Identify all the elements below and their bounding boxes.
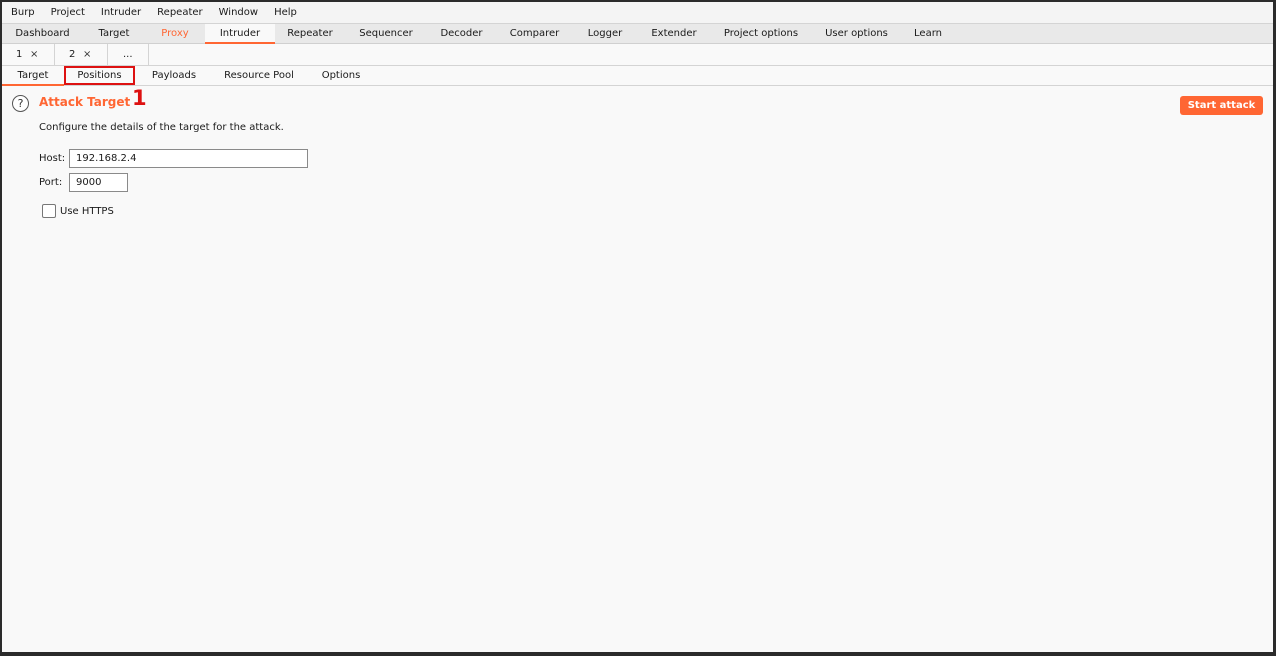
tab-decoder[interactable]: Decoder — [427, 24, 496, 43]
help-icon[interactable]: ? — [12, 95, 29, 112]
menu-repeater[interactable]: Repeater — [149, 2, 210, 23]
tab-project-options[interactable]: Project options — [711, 24, 811, 43]
port-field[interactable]: 9000 — [69, 173, 128, 192]
tab-proxy[interactable]: Proxy — [145, 24, 205, 43]
instance-tab-1[interactable]: 1 × — [2, 44, 55, 65]
tab-dashboard[interactable]: Dashboard — [2, 24, 83, 43]
use-https-label: Use HTTPS — [60, 206, 114, 217]
intruder-instance-tabs: 1 × 2 × ... — [2, 44, 1273, 66]
menu-window[interactable]: Window — [211, 2, 266, 23]
host-label: Host: — [39, 153, 66, 164]
tab-logger[interactable]: Logger — [573, 24, 637, 43]
start-attack-button[interactable]: Start attack — [1180, 96, 1263, 115]
menu-burp[interactable]: Burp — [2, 2, 43, 23]
host-field[interactable]: 192.168.2.4 — [69, 149, 308, 168]
menu-project[interactable]: Project — [43, 2, 93, 23]
tab-intruder[interactable]: Intruder — [205, 24, 275, 44]
port-label: Port: — [39, 177, 63, 188]
intruder-sub-tabs: Target Positions Payloads Resource Pool … — [2, 66, 1273, 86]
instance-tab-2[interactable]: 2 × — [55, 44, 108, 65]
subtab-payloads[interactable]: Payloads — [135, 66, 213, 85]
annotation-marker: 1 — [132, 86, 147, 110]
tab-user-options[interactable]: User options — [811, 24, 902, 43]
section-description: Configure the details of the target for … — [39, 122, 284, 133]
use-https-checkbox[interactable] — [42, 204, 56, 218]
tab-extender[interactable]: Extender — [637, 24, 711, 43]
instance-tab-label: 1 — [16, 49, 23, 60]
tab-comparer[interactable]: Comparer — [496, 24, 573, 43]
new-tab-button[interactable]: ... — [108, 44, 149, 65]
subtab-resource-pool[interactable]: Resource Pool — [213, 66, 305, 85]
menu-bar: Burp Project Intruder Repeater Window He… — [2, 2, 1273, 23]
subtab-positions[interactable]: Positions — [64, 66, 135, 85]
burp-window: Burp Project Intruder Repeater Window He… — [2, 2, 1273, 652]
tab-target[interactable]: Target — [83, 24, 145, 43]
close-icon[interactable]: × — [83, 44, 91, 65]
tab-repeater[interactable]: Repeater — [275, 24, 345, 43]
close-icon[interactable]: × — [30, 44, 38, 65]
section-title: Attack Target — [39, 95, 131, 109]
main-tab-bar: Dashboard Target Proxy Intruder Repeater… — [2, 23, 1273, 44]
subtab-options[interactable]: Options — [305, 66, 377, 85]
tab-learn[interactable]: Learn — [902, 24, 954, 43]
menu-intruder[interactable]: Intruder — [93, 2, 149, 23]
tab-sequencer[interactable]: Sequencer — [345, 24, 427, 43]
menu-help[interactable]: Help — [266, 2, 305, 23]
subtab-target[interactable]: Target — [2, 66, 64, 86]
instance-tab-label: 2 — [69, 49, 76, 60]
